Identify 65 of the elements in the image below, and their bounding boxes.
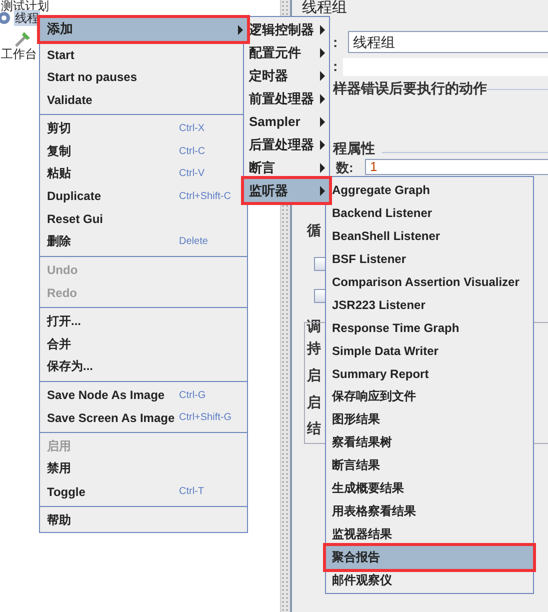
menu-item[interactable]: 合并 bbox=[40, 332, 247, 356]
shortcut-label: Ctrl+Shift-G bbox=[179, 412, 232, 424]
menu-item[interactable]: Start bbox=[40, 44, 247, 66]
section-title: 程属性 bbox=[333, 140, 375, 158]
menu-item[interactable]: 粘贴 Ctrl-V bbox=[40, 162, 247, 186]
menu-item[interactable]: 剪切 Ctrl-X bbox=[40, 117, 247, 140]
menu-item[interactable]: Save Screen As Image Ctrl+Shift-G bbox=[40, 406, 247, 430]
menu-item[interactable]: JSR223 Listener bbox=[326, 293, 533, 316]
menu-item[interactable]: 逻辑控制器 bbox=[244, 18, 329, 41]
menu-item[interactable]: 复制 Ctrl-C bbox=[40, 140, 247, 163]
section-title: 样器错误后要执行的动作 bbox=[333, 80, 487, 98]
menu-item[interactable]: BSF Listener bbox=[326, 247, 533, 270]
menu-item[interactable]: 帮助 bbox=[40, 508, 247, 532]
menu-item[interactable]: 前置处理器 bbox=[244, 87, 329, 110]
menu-item[interactable]: BeanShell Listener bbox=[326, 224, 533, 247]
menu-item[interactable]: 添加 bbox=[40, 18, 247, 41]
shortcut-label: Ctrl+Shift-C bbox=[179, 190, 231, 202]
menu-item[interactable]: Sampler bbox=[244, 110, 329, 133]
menu-item[interactable]: Save Node As Image Ctrl-G bbox=[40, 384, 247, 406]
menu-item[interactable]: Reset Gui bbox=[40, 208, 247, 230]
menu-item[interactable]: Aggregate Graph bbox=[326, 178, 533, 201]
field-label: 结 bbox=[307, 420, 321, 438]
shortcut-label: Ctrl-X bbox=[179, 123, 205, 134]
menu-item[interactable]: 聚合报告 bbox=[326, 546, 533, 569]
field-label: 启 bbox=[307, 367, 321, 385]
menu-item[interactable]: 打开... bbox=[40, 310, 247, 333]
menu-item[interactable]: 禁用 bbox=[40, 458, 247, 480]
menu-item[interactable]: 用表格察看结果 bbox=[326, 500, 533, 523]
shortcut-label: Ctrl-G bbox=[179, 390, 206, 401]
menu-item[interactable]: 后置处理器 bbox=[244, 133, 329, 156]
tree-item[interactable]: 工作台 bbox=[0, 46, 38, 62]
menu-item[interactable]: 定时器 bbox=[244, 64, 329, 87]
menu-item[interactable]: 保存响应到文件 bbox=[326, 385, 533, 408]
menu-item[interactable]: Summary Report bbox=[326, 362, 533, 385]
field-label: 持 bbox=[307, 340, 321, 358]
shortcut-label: Ctrl-C bbox=[179, 146, 206, 157]
menu-item[interactable]: 配置元件 bbox=[244, 41, 329, 64]
shortcut-label: Delete bbox=[179, 236, 208, 248]
panel-title: 线程组 bbox=[302, 0, 347, 16]
menu-item[interactable]: 监听器 bbox=[244, 179, 329, 202]
menu-item[interactable]: 监视器结果 bbox=[326, 523, 533, 546]
menu-item[interactable]: 保存为... bbox=[40, 355, 247, 378]
menu-item[interactable]: Toggle Ctrl-T bbox=[40, 480, 247, 503]
field-label: 启 bbox=[307, 394, 321, 412]
menu-item[interactable]: Backend Listener bbox=[326, 201, 533, 224]
threads-field[interactable]: 1 bbox=[365, 159, 548, 175]
menu-item[interactable]: Validate bbox=[40, 88, 247, 112]
shortcut-label: Ctrl-V bbox=[179, 168, 205, 180]
menu-item[interactable]: 删除 Delete bbox=[40, 230, 247, 253]
menu-item[interactable]: Duplicate Ctrl+Shift-C bbox=[40, 185, 247, 208]
field-label: : bbox=[333, 58, 338, 74]
menu-item[interactable]: 生成概要结果 bbox=[326, 477, 533, 500]
menu-item[interactable]: 邮件观察仪 bbox=[326, 569, 533, 592]
menu-item[interactable]: Response Time Graph bbox=[326, 316, 533, 339]
shortcut-label: Ctrl-T bbox=[179, 486, 204, 498]
menu-item[interactable]: Comparison Assertion Visualizer bbox=[326, 270, 533, 293]
field-label: 循 bbox=[307, 222, 321, 240]
name-field[interactable]: 线程组 bbox=[348, 31, 548, 53]
menu-item[interactable]: 图形结果 bbox=[326, 408, 533, 431]
field-label: 数: bbox=[336, 159, 354, 177]
menu-item[interactable]: Simple Data Writer bbox=[326, 339, 533, 362]
field-label: : bbox=[333, 34, 338, 50]
menu-item[interactable]: 察看结果树 bbox=[326, 431, 533, 454]
menu-item[interactable]: Start no pauses bbox=[40, 66, 247, 89]
menu-item[interactable]: 断言结果 bbox=[326, 454, 533, 477]
